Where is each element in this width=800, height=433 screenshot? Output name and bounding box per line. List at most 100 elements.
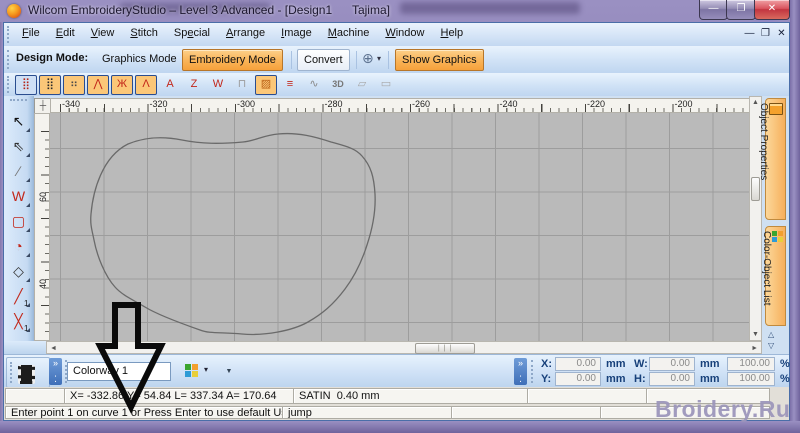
chevron-down-icon[interactable]: ▼	[224, 364, 234, 379]
select-tool[interactable]: ↖	[6, 109, 32, 134]
basket-icon[interactable]: ▭	[375, 75, 397, 95]
menu-stitch[interactable]: Stitch	[122, 23, 166, 46]
tool-badge: 1	[24, 325, 28, 333]
toolbar-grip[interactable]	[7, 50, 14, 69]
mdi-close-button[interactable]: ✕	[774, 27, 789, 41]
h-label: H:	[634, 373, 646, 385]
graphics-mode-button[interactable]: Graphics Mode	[96, 49, 183, 69]
lettering-tool[interactable]: W	[6, 184, 32, 209]
toolbar-grip[interactable]	[7, 76, 14, 92]
zigzag-stitch-icon[interactable]: Z	[183, 75, 205, 95]
toolbar-grip[interactable]	[7, 26, 14, 42]
menu-arrange[interactable]: Arrange	[218, 23, 273, 46]
envelope-icon[interactable]: ▱	[351, 75, 373, 95]
overflow-dots-icon: ⁚	[514, 374, 527, 385]
w-unit: mm	[700, 358, 720, 370]
color-mixer-icon[interactable]	[185, 364, 199, 378]
menu-machine[interactable]: Machine	[320, 23, 378, 46]
toolbar-overflow-button[interactable]: » ⁚	[49, 358, 62, 385]
ruler-label: -340	[62, 99, 80, 109]
toolbar-grip[interactable]	[10, 99, 27, 109]
color-swatch	[185, 371, 191, 377]
scroll-down-icon[interactable]: ▼	[750, 331, 761, 338]
menu-file[interactable]: File	[14, 23, 48, 46]
convert-button[interactable]: Convert	[297, 49, 350, 71]
toolbar-overflow-button[interactable]: » ⁚	[514, 358, 527, 385]
pattern-fill-icon[interactable]: ▨	[255, 75, 277, 95]
fill-shape-tool[interactable]: ▢	[6, 209, 32, 234]
menu-image[interactable]: Image	[273, 23, 320, 46]
close-button[interactable]: ✕	[754, 0, 790, 20]
outline-stitch-icon[interactable]: ⣿	[15, 75, 37, 95]
hatch-fill-icon[interactable]: ∿	[303, 75, 325, 95]
toolbar-grip[interactable]	[531, 360, 538, 383]
color-wheel-tool[interactable]: ◔	[6, 234, 32, 259]
menu-special[interactable]: Special	[166, 23, 218, 46]
ruler-label: -240	[500, 99, 518, 109]
tab-color-object-list[interactable]: Color-Object List	[765, 226, 786, 326]
workspace: ↖⇖∕W▢◔◇╱1╳1 ┼ -340-320-300-280-260-240-2…	[4, 96, 789, 341]
travel-mode: jump	[282, 406, 455, 419]
menu-view[interactable]: View	[83, 23, 123, 46]
chevron-down-icon[interactable]: ▾	[377, 54, 381, 63]
horizontal-scrollbar[interactable]: ◄ | | | ►	[46, 341, 762, 354]
a-outline-icon[interactable]: A	[159, 75, 181, 95]
stitch-icons: ⣿⣿⠶⋀ЖΛAZW⊓▨≡∿3D▱▭	[14, 75, 398, 95]
show-graphics-button[interactable]: Show Graphics	[395, 49, 484, 71]
film-strip-icon[interactable]	[18, 365, 35, 384]
horizontal-ruler[interactable]: -340-320-300-280-260-240-220-200-180	[50, 98, 762, 113]
minimize-button[interactable]: —	[699, 0, 728, 20]
pager-down-icon[interactable]: ▽	[768, 341, 774, 350]
toolbox: ↖⇖∕W▢◔◇╱1╳1	[4, 96, 34, 341]
maximize-button[interactable]: ❐	[726, 0, 756, 20]
pager-up-icon[interactable]: △	[768, 330, 774, 339]
menu-help[interactable]: Help	[432, 23, 471, 46]
ruler-label: -200	[675, 99, 693, 109]
menubar: FileEditViewStitchSpecialArrangeImageMac…	[4, 23, 789, 47]
chevron-right-icon: »	[49, 358, 62, 369]
tab-object-properties[interactable]: Object Properties	[765, 98, 786, 220]
y-field[interactable]: 0.00	[555, 372, 601, 386]
wave-stitch-icon[interactable]: W	[207, 75, 229, 95]
manual-stitch-tool[interactable]: ╳1	[6, 309, 32, 334]
vertical-ruler[interactable]: 6040	[34, 113, 50, 341]
toolbar-grip[interactable]	[10, 362, 17, 382]
x-field[interactable]: 0.00	[555, 357, 601, 371]
horizontal-scroll-thumb[interactable]: | | |	[415, 343, 475, 354]
chevron-down-icon[interactable]: ▾	[204, 365, 208, 374]
mdi-restore-button[interactable]: ❐	[758, 27, 773, 41]
3d-effect-icon[interactable]: 3D	[327, 75, 349, 95]
knife-tool[interactable]: ∕	[6, 159, 32, 184]
colorway-select[interactable]: Colorway 1 ▼	[67, 362, 171, 381]
scale-x-field[interactable]: 100.00	[727, 357, 775, 371]
docked-panel-tabs: Object Properties Color-Object List △ ▽	[762, 96, 789, 354]
prompt-cell-empty	[451, 406, 604, 419]
satin-fill-icon[interactable]: ⋀	[87, 75, 109, 95]
mdi-minimize-button[interactable]: —	[742, 27, 757, 41]
step-stitch-icon[interactable]: ⊓	[231, 75, 253, 95]
digitize-shape-tool[interactable]: ◇	[6, 259, 32, 284]
w-field[interactable]: 0.00	[649, 357, 695, 371]
overflow-dots-icon: ⁚	[49, 374, 62, 385]
embroidery-mode-button[interactable]: Embroidery Mode	[182, 49, 283, 71]
design-canvas[interactable]	[50, 113, 749, 341]
color-swatch	[772, 237, 777, 242]
scale-x-unit: %	[780, 358, 790, 370]
satin-lines-icon[interactable]: ≡	[279, 75, 301, 95]
tatami-fill-icon[interactable]: ⣿	[39, 75, 61, 95]
design-curve	[50, 113, 749, 341]
contour-fill-icon[interactable]: Λ	[135, 75, 157, 95]
scroll-left-icon[interactable]: ◄	[50, 345, 57, 352]
run-stitch-tool[interactable]: ╱1	[6, 284, 32, 309]
status-cell-empty	[5, 388, 68, 404]
reshape-tool[interactable]: ⇖	[6, 134, 32, 159]
h-field[interactable]: 0.00	[649, 372, 695, 386]
fan-fill-icon[interactable]: Ж	[111, 75, 133, 95]
motif-fill-icon[interactable]: ⠶	[63, 75, 85, 95]
scale-y-field[interactable]: 100.00	[727, 372, 775, 386]
menu-window[interactable]: Window	[377, 23, 432, 46]
hoop-globe-icon[interactable]: ⊕	[362, 50, 374, 67]
menu-edit[interactable]: Edit	[48, 23, 83, 46]
application-window: Wilcom EmbroideryStudio – Level 3 Advanc…	[0, 0, 800, 433]
scroll-right-icon[interactable]: ►	[751, 345, 758, 352]
